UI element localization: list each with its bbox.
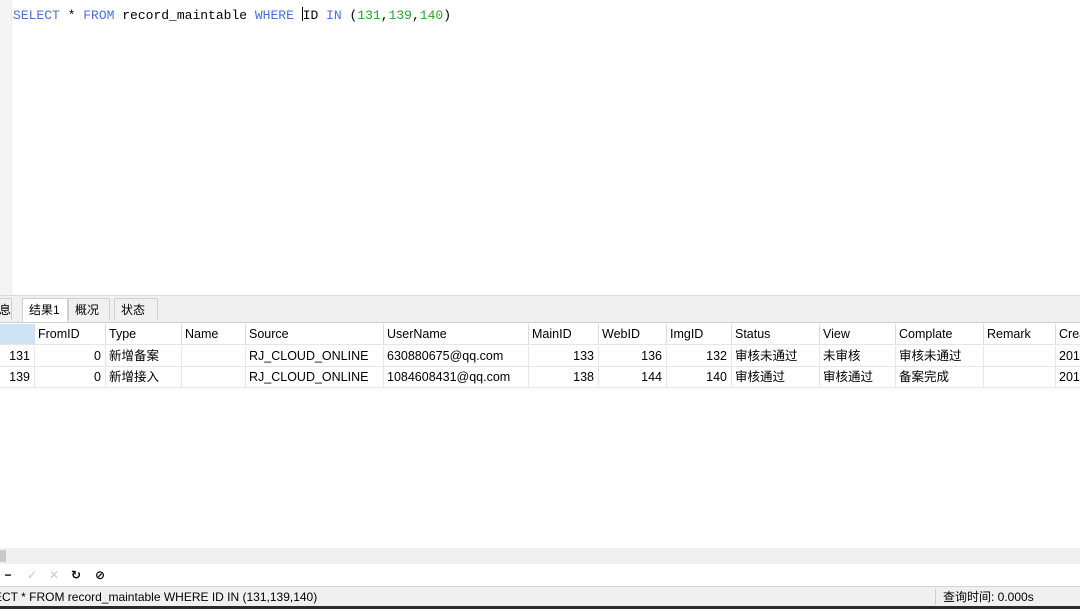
cell-status[interactable]: 审核未通过 [732,346,820,367]
sql-table-name: record_maintable [114,8,255,23]
scrollbar-thumb[interactable] [0,550,6,562]
cell-webid[interactable]: 136 [599,346,667,367]
column-header-complate[interactable]: Complate [896,324,984,345]
column-header-name[interactable]: Name [182,324,246,345]
sql-lparen: ( [341,8,358,23]
table-row[interactable]: 131 0 新增备案 RJ_CLOUD_ONLINE 630880675@qq.… [0,346,1080,367]
column-header-view[interactable]: View [820,324,896,345]
results-grid[interactable]: FromID Type Name Source UserName MainID … [0,323,1080,548]
column-header-crea[interactable]: Crea [1056,324,1080,345]
cell-view[interactable]: 审核通过 [820,367,896,388]
column-header-mainid[interactable]: MainID [529,324,599,345]
sql-column-id: ID [302,8,319,23]
keyword-where: WHERE [254,8,294,23]
apply-changes-icon[interactable]: ✓ [24,567,40,583]
record-toolbar: − ✓ ✕ ↻ ⊘ [0,564,1080,586]
horizontal-scrollbar[interactable] [0,548,1080,564]
tab-result-1[interactable]: 结果1 [22,298,68,322]
cell-source[interactable]: RJ_CLOUD_ONLINE [246,346,384,367]
column-header-status[interactable]: Status [732,324,820,345]
column-header-imgid[interactable]: ImgID [667,324,732,345]
status-sql-text: ECT * FROM record_maintable WHERE ID IN … [0,590,318,604]
cell-name[interactable] [182,367,246,388]
cell-id[interactable]: 139 [0,367,35,388]
sql-comma-1: , [380,8,389,23]
cell-view[interactable]: 未审核 [820,346,896,367]
keyword-select: SELECT [13,8,60,23]
cell-remark[interactable] [984,346,1056,367]
cell-crea[interactable]: 201 [1056,346,1080,367]
cell-complate[interactable]: 备案完成 [896,367,984,388]
sql-comma-2: , [411,8,420,23]
cell-mainid[interactable]: 133 [529,346,599,367]
sql-number-1: 131 [357,8,381,23]
column-header-fromid[interactable]: FromID [35,324,106,345]
refresh-icon[interactable]: ↻ [68,567,84,583]
cell-username[interactable]: 630880675@qq.com [384,346,529,367]
table-row[interactable]: 139 0 新增接入 RJ_CLOUD_ONLINE 1084608431@qq… [0,367,1080,388]
stop-icon[interactable]: ⊘ [92,567,108,583]
column-header-source[interactable]: Source [246,324,384,345]
sql-number-3: 140 [419,8,444,23]
cell-webid[interactable]: 144 [599,367,667,388]
sql-number-2: 139 [388,8,412,23]
cell-username[interactable]: 1084608431@qq.com [384,367,529,388]
cell-mainid[interactable]: 138 [529,367,599,388]
tab-status[interactable]: 状态 [114,298,158,320]
cell-status[interactable]: 审核通过 [732,367,820,388]
cell-complate[interactable]: 审核未通过 [896,346,984,367]
sql-rparen: ) [443,8,451,23]
column-header-username[interactable]: UserName [384,324,529,345]
cell-crea[interactable]: 201 [1056,367,1080,388]
column-header-remark[interactable]: Remark [984,324,1056,345]
tab-overview[interactable]: 概况 [68,298,110,320]
sql-space-2 [318,8,326,23]
keyword-in: IN [326,8,342,23]
status-separator [935,589,936,605]
result-tabbar: 息 结果1 概况 状态 [0,296,1080,323]
sql-editor[interactable]: SELECT * FROM record_maintable WHERE ID … [0,0,1080,295]
cell-imgid[interactable]: 140 [667,367,732,388]
status-bar: ECT * FROM record_maintable WHERE ID IN … [0,586,1080,607]
cell-type[interactable]: 新增接入 [106,367,182,388]
navicat-query-window: SELECT * FROM record_maintable WHERE ID … [0,0,1080,609]
cell-name[interactable] [182,346,246,367]
cell-fromid[interactable]: 0 [35,367,106,388]
sql-star: * [59,8,84,23]
cell-id[interactable]: 131 [0,346,35,367]
sql-space [294,8,302,23]
editor-gutter [0,0,12,295]
grid-header-row: FromID Type Name Source UserName MainID … [0,324,1080,345]
column-header-id[interactable] [0,324,35,345]
cell-source[interactable]: RJ_CLOUD_ONLINE [246,367,384,388]
column-header-webid[interactable]: WebID [599,324,667,345]
discard-changes-icon[interactable]: ✕ [46,567,62,583]
cell-imgid[interactable]: 132 [667,346,732,367]
cell-remark[interactable] [984,367,1056,388]
status-query-time: 查询时间: 0.000s [943,590,1034,604]
cell-type[interactable]: 新增备案 [106,346,182,367]
column-header-type[interactable]: Type [106,324,182,345]
keyword-from: FROM [83,8,115,23]
delete-record-icon[interactable]: − [0,567,16,583]
tab-message[interactable]: 息 [0,298,12,320]
sql-code-line[interactable]: SELECT * FROM record_maintable WHERE ID … [13,7,451,23]
cell-fromid[interactable]: 0 [35,346,106,367]
